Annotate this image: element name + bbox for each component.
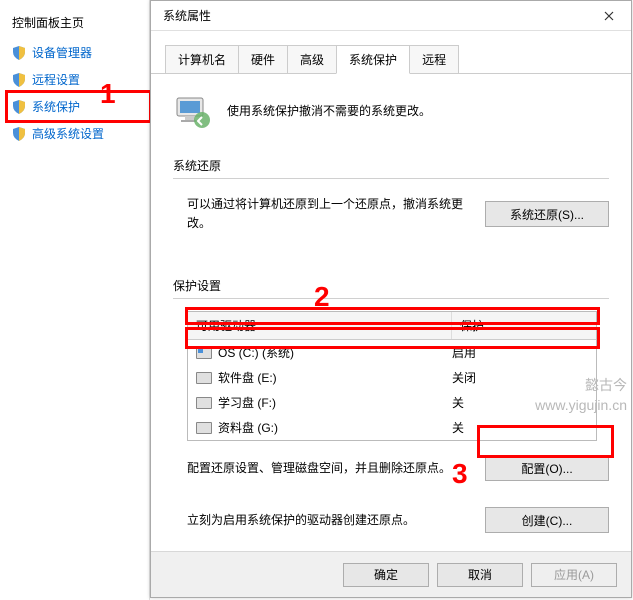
shield-icon <box>12 127 26 141</box>
restore-desc: 可以通过将计算机还原到上一个还原点，撤消系统更改。 <box>173 195 475 233</box>
control-panel-sidebar: 控制面板主页 设备管理器 远程设置 系统保护 高级系统设置 <box>0 0 150 600</box>
drive-row[interactable]: 软件盘 (E:) 关闭 <box>188 365 596 390</box>
tab-remote[interactable]: 远程 <box>409 45 459 73</box>
configure-desc: 配置还原设置、管理磁盘空间，并且删除还原点。 <box>173 459 475 478</box>
drive-status: 关闭 <box>452 369 588 386</box>
drive-status: 关 <box>452 394 588 411</box>
shield-icon <box>12 46 26 60</box>
sidebar-item-advanced[interactable]: 高级系统设置 <box>8 120 149 147</box>
ok-button[interactable]: 确定 <box>343 563 429 587</box>
intro-text: 使用系统保护撤消不需要的系统更改。 <box>227 92 431 119</box>
tab-hardware[interactable]: 硬件 <box>238 45 288 73</box>
sidebar-item-remote[interactable]: 远程设置 <box>8 66 149 93</box>
shield-icon <box>12 100 26 114</box>
section-restore-header: 系统还原 <box>173 151 609 178</box>
restore-row: 可以通过将计算机还原到上一个还原点，撤消系统更改。 系统还原(S)... <box>173 191 609 237</box>
configure-button[interactable]: 配置(O)... <box>485 455 609 481</box>
close-button[interactable] <box>587 1 631 31</box>
drive-name: 资料盘 (G:) <box>218 419 278 436</box>
tab-strip: 计算机名 硬件 高级 系统保护 远程 <box>151 31 631 74</box>
drive-row[interactable]: 学习盘 (F:) 关 <box>188 390 596 415</box>
titlebar: 系统属性 <box>151 1 631 31</box>
drive-name: 软件盘 (E:) <box>218 369 277 386</box>
drive-name: 学习盘 (F:) <box>218 394 276 411</box>
dialog-button-bar: 确定 取消 应用(A) <box>151 551 631 597</box>
disk-icon <box>196 397 212 409</box>
cancel-button[interactable]: 取消 <box>437 563 523 587</box>
create-row: 立刻为启用系统保护的驱动器创建还原点。 创建(C)... <box>173 503 609 537</box>
sidebar-item-system-protection[interactable]: 系统保护 <box>5 90 152 123</box>
intro-row: 使用系统保护撤消不需要的系统更改。 <box>173 88 609 151</box>
drive-row[interactable]: 资料盘 (G:) 关 <box>188 415 596 440</box>
computer-icon <box>173 92 213 135</box>
drives-header-row: 可用驱动器 保护 <box>188 312 596 340</box>
section-protect-header: 保护设置 <box>173 271 609 298</box>
sidebar-item-device-manager[interactable]: 设备管理器 <box>8 39 149 66</box>
sidebar-item-label: 系统保护 <box>32 98 80 115</box>
apply-button: 应用(A) <box>531 563 617 587</box>
create-button[interactable]: 创建(C)... <box>485 507 609 533</box>
drive-status: 关 <box>452 419 588 436</box>
col-drive: 可用驱动器 <box>188 312 452 339</box>
sidebar-item-label: 远程设置 <box>32 71 80 88</box>
disk-icon <box>196 422 212 434</box>
system-properties-dialog: 系统属性 计算机名 硬件 高级 系统保护 远程 使用系统保护撤 <box>150 0 632 598</box>
tab-content: 使用系统保护撤消不需要的系统更改。 系统还原 可以通过将计算机还原到上一个还原点… <box>151 74 631 547</box>
dialog-title: 系统属性 <box>163 7 587 24</box>
drive-name: OS (C:) (系统) <box>218 344 294 361</box>
col-status: 保护 <box>452 312 596 339</box>
sidebar-title: 控制面板主页 <box>8 10 149 39</box>
shield-icon <box>12 73 26 87</box>
configure-row: 配置还原设置、管理磁盘空间，并且删除还原点。 配置(O)... <box>173 451 609 485</box>
drive-status: 启用 <box>452 344 588 361</box>
drives-table: 可用驱动器 保护 OS (C:) (系统) 启用 软件盘 (E:) 关闭 学习盘… <box>187 311 597 441</box>
drive-row-os[interactable]: OS (C:) (系统) 启用 <box>188 340 596 365</box>
sidebar-item-label: 设备管理器 <box>32 44 92 61</box>
tab-computer-name[interactable]: 计算机名 <box>165 45 239 73</box>
tab-advanced[interactable]: 高级 <box>287 45 337 73</box>
tab-system-protection[interactable]: 系统保护 <box>336 45 410 74</box>
create-desc: 立刻为启用系统保护的驱动器创建还原点。 <box>173 511 475 530</box>
disk-icon <box>196 372 212 384</box>
system-restore-button[interactable]: 系统还原(S)... <box>485 201 609 227</box>
disk-icon <box>196 347 212 359</box>
sidebar-item-label: 高级系统设置 <box>32 125 104 142</box>
